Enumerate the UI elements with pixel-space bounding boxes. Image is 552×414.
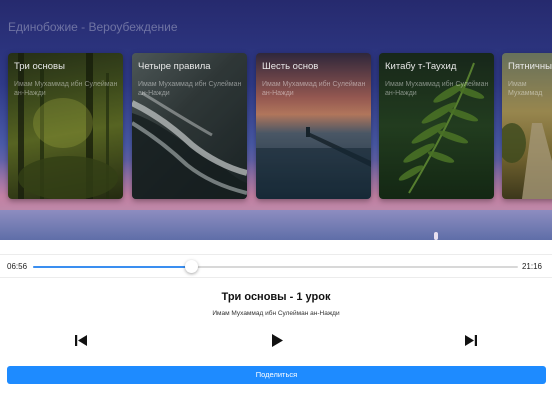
card-overlay (132, 53, 247, 199)
track-author: Имам Мухаммад ибн Сулейман ан-Нажди (212, 310, 340, 317)
skip-previous-icon (75, 335, 87, 346)
progress-fill (33, 266, 191, 268)
total-time: 21:16 (521, 262, 542, 271)
card-overlay (379, 53, 494, 199)
progress-track[interactable] (33, 266, 518, 268)
section-title: Единобожие - Вероубеждение (8, 20, 178, 34)
card-subtitle: Имам Мухаммад ибн Сулейман ан-Нажди (138, 81, 242, 97)
progress-thumb[interactable] (185, 260, 198, 273)
track-title: Три основы - 1 урок (221, 291, 331, 303)
share-button[interactable]: Поделиться (7, 366, 546, 384)
card-subtitle: Имам Мухаммад (508, 81, 543, 97)
card-title: Три основы (14, 61, 65, 72)
splash-decoration (434, 232, 438, 240)
divider (0, 277, 552, 278)
play-button[interactable] (270, 333, 284, 348)
play-icon (272, 334, 283, 347)
card-overlay (256, 53, 371, 199)
card-subtitle: Имам Мухаммад ибн Сулейман ан-Нажди (385, 81, 489, 97)
water-surface (0, 210, 552, 240)
next-button[interactable] (464, 334, 478, 347)
lesson-card-kitab-tawhid[interactable]: Китабу т-Таухид Имам Мухаммад ибн Сулейм… (379, 53, 494, 199)
previous-button[interactable] (74, 334, 88, 347)
card-subtitle: Имам Мухаммад ибн Сулейман ан-Нажди (262, 81, 366, 97)
card-title: Пятничные (508, 61, 552, 72)
divider (0, 254, 552, 255)
lesson-card-four-rules[interactable]: Четыре правила Имам Мухаммад ибн Сулейма… (132, 53, 247, 199)
card-title: Китабу т-Таухид (385, 61, 457, 72)
lesson-card-six-principles[interactable]: Шесть основ Имам Мухаммад ибн Сулейман а… (256, 53, 371, 199)
lesson-card-friday[interactable]: Пятничные Имам Мухаммад (502, 53, 552, 199)
card-overlay (502, 53, 552, 199)
card-title: Четыре правила (138, 61, 211, 72)
current-time: 06:56 (7, 262, 28, 271)
card-title: Шесть основ (262, 61, 319, 72)
skip-next-icon (465, 335, 477, 346)
card-overlay (8, 53, 123, 199)
lesson-card-three-principles[interactable]: Три основы Имам Мухаммад ибн Сулейман ан… (8, 53, 123, 199)
card-subtitle: Имам Мухаммад ибн Сулейман ан-Нажди (14, 81, 118, 97)
